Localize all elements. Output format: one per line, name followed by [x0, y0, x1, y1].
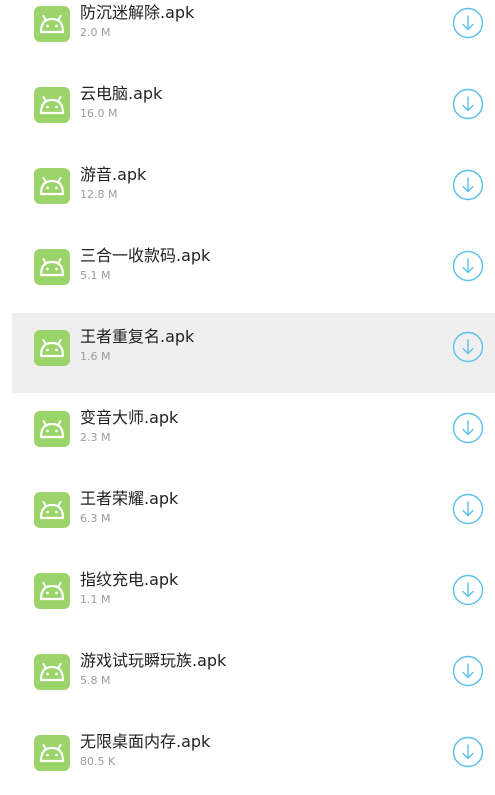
- download-icon: [452, 88, 484, 120]
- android-icon: [34, 330, 70, 366]
- android-icon: [34, 87, 70, 123]
- android-icon: [34, 492, 70, 528]
- android-icon: [34, 6, 70, 42]
- file-name: 游戏试玩瞬玩族.apk: [80, 651, 227, 670]
- file-row[interactable]: 游音.apk 12.8 M: [12, 148, 495, 228]
- download-icon: [452, 736, 484, 768]
- download-icon: [452, 250, 484, 282]
- download-button[interactable]: [452, 574, 484, 606]
- file-name: 王者荣耀.apk: [80, 489, 179, 508]
- download-button[interactable]: [452, 736, 484, 768]
- file-row[interactable]: 云电脑.apk 16.0 M: [12, 67, 495, 147]
- file-row[interactable]: 王者荣耀.apk 6.3 M: [12, 472, 495, 552]
- android-icon: [34, 168, 70, 204]
- file-row[interactable]: 游戏试玩瞬玩族.apk 5.8 M: [12, 634, 495, 714]
- download-icon: [452, 412, 484, 444]
- file-row[interactable]: 指纹充电.apk 1.1 M: [12, 553, 495, 633]
- download-button[interactable]: [452, 169, 484, 201]
- download-button[interactable]: [452, 7, 484, 39]
- file-name: 三合一收款码.apk: [80, 246, 211, 265]
- file-row[interactable]: 变音大师.apk 2.3 M: [12, 391, 495, 471]
- file-row[interactable]: 三合一收款码.apk 5.1 M: [12, 229, 495, 309]
- download-icon: [452, 655, 484, 687]
- android-icon: [34, 249, 70, 285]
- download-button[interactable]: [452, 250, 484, 282]
- download-icon: [452, 574, 484, 606]
- file-size: 1.6 M: [80, 350, 111, 363]
- file-name: 游音.apk: [80, 165, 147, 184]
- download-icon: [452, 7, 484, 39]
- file-list: 防沉迷解除.apk 2.0 M 云电脑.apk 16.0 M 游音.apk 12…: [0, 0, 495, 788]
- download-button[interactable]: [452, 88, 484, 120]
- file-size: 2.0 M: [80, 26, 111, 39]
- file-row-selected[interactable]: 王者重复名.apk 1.6 M: [12, 313, 495, 393]
- file-row[interactable]: 无限桌面内存.apk 80.5 K: [12, 715, 495, 795]
- download-button[interactable]: [452, 412, 484, 444]
- file-size: 80.5 K: [80, 755, 116, 768]
- download-icon: [452, 331, 484, 363]
- file-size: 1.1 M: [80, 593, 111, 606]
- android-icon: [34, 735, 70, 771]
- android-icon: [34, 573, 70, 609]
- file-name: 无限桌面内存.apk: [80, 732, 211, 751]
- download-icon: [452, 493, 484, 525]
- file-name: 防沉迷解除.apk: [80, 3, 195, 22]
- file-size: 16.0 M: [80, 107, 118, 120]
- file-row[interactable]: 防沉迷解除.apk 2.0 M: [12, 0, 495, 66]
- android-icon: [34, 411, 70, 447]
- file-name: 云电脑.apk: [80, 84, 163, 103]
- download-button[interactable]: [452, 493, 484, 525]
- file-name: 变音大师.apk: [80, 408, 179, 427]
- file-size: 6.3 M: [80, 512, 111, 525]
- file-size: 12.8 M: [80, 188, 118, 201]
- download-icon: [452, 169, 484, 201]
- file-name: 王者重复名.apk: [80, 327, 195, 346]
- android-icon: [34, 654, 70, 690]
- file-size: 5.1 M: [80, 269, 111, 282]
- file-name: 指纹充电.apk: [80, 570, 179, 589]
- download-button[interactable]: [452, 655, 484, 687]
- file-size: 5.8 M: [80, 674, 111, 687]
- file-size: 2.3 M: [80, 431, 111, 444]
- download-button[interactable]: [452, 331, 484, 363]
